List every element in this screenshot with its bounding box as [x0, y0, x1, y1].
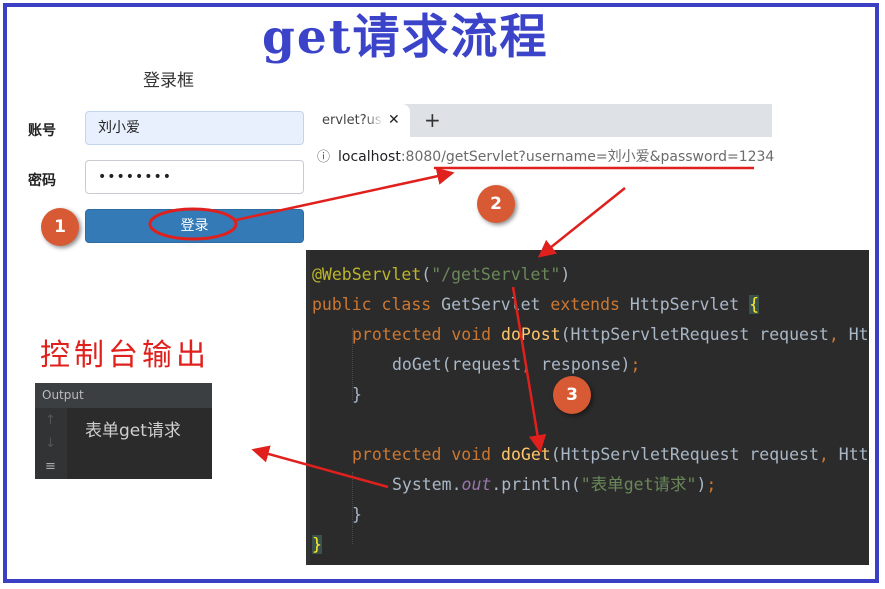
annotation-overlay [148, 166, 754, 489]
login-button-highlight [148, 207, 238, 241]
step-badge-3: 3 [553, 376, 591, 414]
arrow-servlet-to-doget [511, 286, 547, 453]
arrow-url-to-servlet [537, 187, 626, 258]
step-badge-1: 1 [41, 208, 79, 246]
arrow-println-to-console [251, 445, 389, 489]
step-badge-2: 2 [477, 185, 515, 223]
arrow-form-to-url [235, 167, 455, 222]
